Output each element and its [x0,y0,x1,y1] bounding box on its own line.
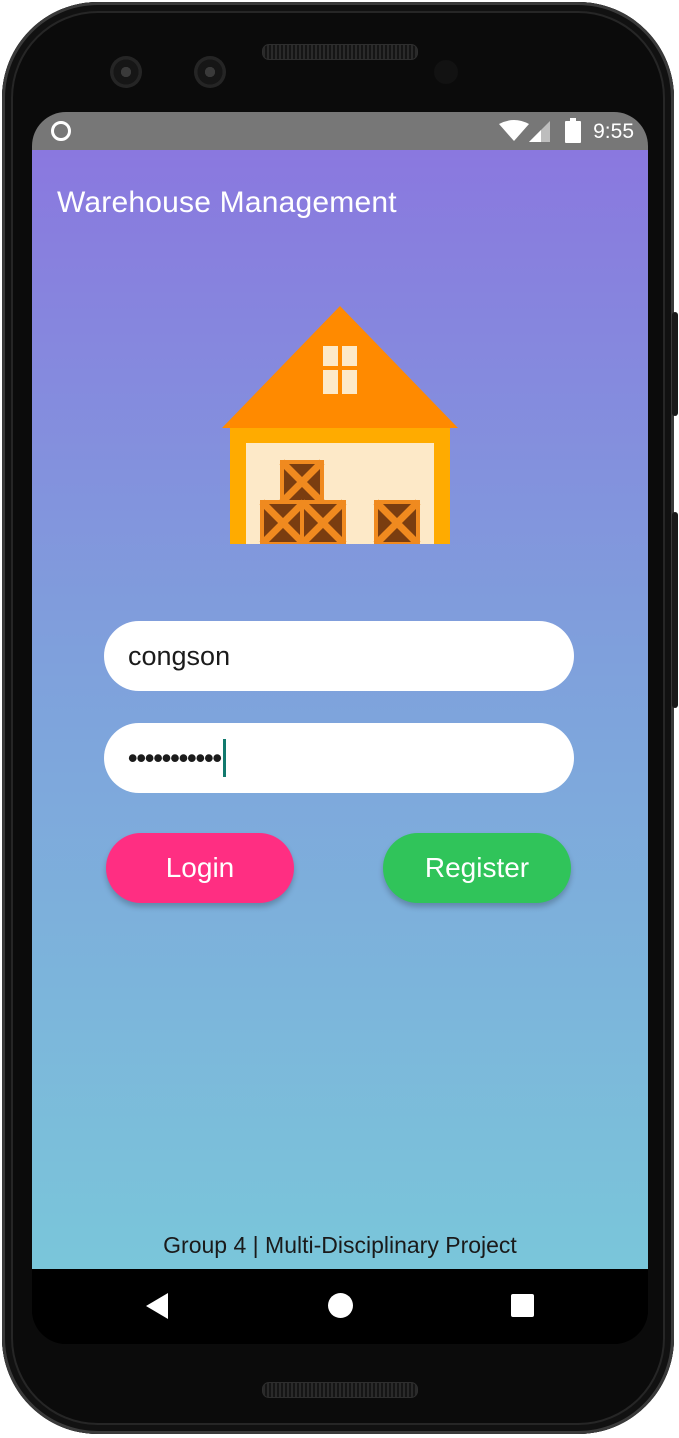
volume-button [672,512,678,708]
proximity-sensor-icon [434,60,458,84]
app-title: Warehouse Management [57,186,397,219]
footer-text: Group 4 | Multi-Disciplinary Project [163,1232,517,1258]
register-button[interactable]: Register [383,833,571,903]
warehouse-icon [222,306,458,544]
phone-frame: 9:55 Warehouse Management congson ••••••… [2,2,678,1434]
username-input[interactable] [128,621,574,691]
password-field[interactable]: ••••••••••• [104,723,574,793]
home-icon[interactable] [328,1293,353,1318]
screen: 9:55 Warehouse Management congson ••••••… [32,112,648,1344]
login-button[interactable]: Login [106,833,294,903]
password-input[interactable]: ••••••••••• [128,743,222,773]
notification-circle-icon [51,121,71,141]
recent-apps-icon[interactable] [511,1294,534,1317]
text-cursor [222,738,226,777]
battery-icon [565,118,581,143]
back-icon[interactable] [146,1293,170,1319]
power-button [672,312,678,416]
cell-signal-icon [529,121,550,142]
wifi-icon [499,120,529,141]
status-bar: 9:55 [32,112,648,150]
bottom-speaker [262,1382,418,1398]
login-screen: Warehouse Management congson •••••••••••… [32,150,648,1269]
status-time: 9:55 [593,120,634,143]
username-field[interactable] [104,621,574,691]
top-speaker [262,44,418,60]
front-camera-icon [194,56,226,88]
navigation-bar [32,1269,648,1344]
front-camera-icon [110,56,142,88]
